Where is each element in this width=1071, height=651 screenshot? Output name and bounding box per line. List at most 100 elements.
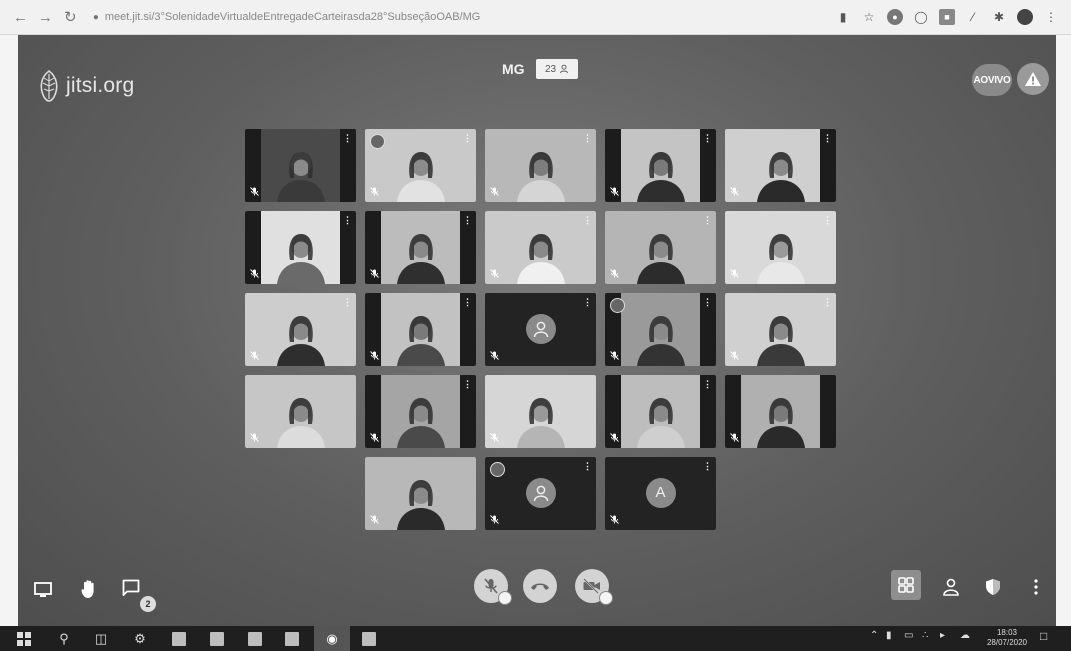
user-avatar-icon	[533, 485, 548, 501]
participant-tile[interactable]: ⋮	[245, 129, 356, 202]
mic-options-icon[interactable]	[498, 591, 512, 605]
back-arrow-icon[interactable]: ←	[10, 6, 31, 28]
participant-tile[interactable]: ⋮	[485, 129, 596, 202]
participant-tile[interactable]: ⋮	[245, 211, 356, 284]
tile-view-button[interactable]	[891, 570, 921, 600]
browser-menu-icon[interactable]: ⋮	[1043, 9, 1059, 25]
tile-menu-icon[interactable]: ⋮	[823, 298, 832, 307]
app-icon-1[interactable]	[172, 632, 186, 646]
windows-start-icon[interactable]	[16, 631, 32, 647]
tile-menu-icon[interactable]: ⋮	[463, 298, 472, 307]
participant-tile[interactable]: ⋮	[605, 375, 716, 448]
participant-tile[interactable]	[365, 457, 476, 530]
participant-tile[interactable]: ⋮	[365, 293, 476, 366]
participant-tile[interactable]: ⋮	[365, 211, 476, 284]
muted-mic-icon	[250, 433, 259, 444]
default-avatar	[525, 477, 556, 508]
notifications-icon[interactable]: □	[1040, 629, 1047, 643]
tile-menu-icon[interactable]: ⋮	[463, 380, 472, 389]
participant-tile[interactable]	[245, 375, 356, 448]
extension-round-icon[interactable]: ●	[887, 9, 904, 25]
tile-menu-icon[interactable]: ⋮	[703, 298, 712, 307]
participant-tile[interactable]: ⋮	[365, 129, 476, 202]
tile-menu-icon[interactable]: ⋮	[583, 298, 592, 307]
mute-mic-button[interactable]	[474, 569, 512, 605]
bookmark-star-icon[interactable]: ☆	[861, 9, 877, 25]
muted-mic-icon	[490, 433, 499, 444]
tile-menu-icon[interactable]: ⋮	[343, 134, 352, 143]
tile-menu-icon[interactable]: ⋮	[823, 134, 832, 143]
camera-options-icon[interactable]	[599, 591, 613, 605]
extensions-puzzle-icon[interactable]: ✱	[991, 9, 1007, 25]
taskbar-clock[interactable]: 18:03 28/07/2020	[985, 628, 1029, 648]
security-button[interactable]	[981, 575, 1005, 599]
extension-outline-icon[interactable]: ◯	[913, 9, 929, 25]
app-icon-2[interactable]	[210, 632, 224, 646]
participant-video	[276, 398, 325, 448]
participant-count-badge[interactable]: 23	[536, 59, 578, 79]
address-bar[interactable]: ● meet.jit.si/3°SolenidadeVirtualdeEntre…	[93, 5, 835, 29]
excel-icon[interactable]	[285, 632, 299, 646]
reload-icon[interactable]: ↻	[60, 6, 81, 28]
search-icon[interactable]: ⚲	[56, 631, 72, 647]
profile-avatar-icon[interactable]	[1017, 9, 1034, 25]
participant-tile[interactable]: ⋮	[365, 375, 476, 448]
participant-tile[interactable]	[485, 375, 596, 448]
tile-menu-icon[interactable]: ⋮	[703, 216, 712, 225]
participant-video	[396, 152, 445, 202]
settings-gear-icon[interactable]: ⚙	[132, 631, 148, 647]
app-icon-3[interactable]	[248, 632, 262, 646]
extension-square-icon[interactable]: ■	[939, 9, 956, 25]
tile-menu-icon[interactable]: ⋮	[583, 216, 592, 225]
muted-mic-icon	[370, 433, 379, 444]
connection-status-icon[interactable]	[610, 298, 625, 313]
chat-icon	[122, 579, 140, 596]
warning-button[interactable]	[1017, 63, 1049, 95]
connection-status-icon[interactable]	[490, 462, 505, 477]
participant-tile[interactable]: ⋮	[725, 293, 836, 366]
tile-menu-icon[interactable]: ⋮	[823, 216, 832, 225]
participant-tile[interactable]: ⋮	[725, 211, 836, 284]
tile-menu-icon[interactable]: ⋮	[703, 462, 712, 471]
camera-indicator-icon[interactable]: ▮	[835, 9, 851, 25]
tray-chevron-icon[interactable]: ⌃	[870, 630, 878, 641]
raise-hand-button[interactable]	[78, 577, 100, 601]
tile-menu-icon[interactable]: ⋮	[343, 216, 352, 225]
screen-share-icon	[34, 582, 52, 597]
connection-status-icon[interactable]	[370, 134, 385, 149]
tile-menu-icon[interactable]: ⋮	[583, 134, 592, 143]
camera-off-button[interactable]	[575, 569, 613, 605]
muted-mic-icon	[250, 269, 259, 280]
jitsi-logo[interactable]: jitsi.org	[36, 69, 134, 103]
participant-tile[interactable]: ⋮	[485, 293, 596, 366]
chrome-icon[interactable]: ◉	[324, 631, 340, 647]
screen-share-button[interactable]	[32, 579, 54, 601]
tile-menu-icon[interactable]: ⋮	[343, 298, 352, 307]
task-view-icon[interactable]: ◫	[93, 631, 109, 647]
tile-menu-icon[interactable]: ⋮	[703, 134, 712, 143]
participant-tile[interactable]: A ⋮	[605, 457, 716, 530]
tile-menu-icon[interactable]: ⋮	[583, 462, 592, 471]
participant-tile[interactable]: ⋮	[605, 211, 716, 284]
chat-button[interactable]	[120, 577, 142, 599]
clock-time: 18:03	[996, 628, 1018, 637]
invite-button[interactable]	[940, 575, 964, 599]
word-icon[interactable]	[362, 632, 376, 646]
tile-menu-icon[interactable]: ⋮	[463, 216, 472, 225]
participant-tile[interactable]: ⋮	[725, 129, 836, 202]
participant-tile[interactable]: ⋮	[245, 293, 356, 366]
forward-arrow-icon[interactable]: →	[35, 6, 56, 28]
participant-tile[interactable]	[725, 375, 836, 448]
tile-menu-icon[interactable]: ⋮	[703, 380, 712, 389]
participant-tile[interactable]: ⋮	[605, 129, 716, 202]
tile-menu-icon[interactable]: ⋮	[463, 134, 472, 143]
participant-tile[interactable]: ⋮	[605, 293, 716, 366]
chat-unread-badge: 2	[140, 596, 156, 612]
warning-triangle-icon	[1025, 72, 1041, 86]
extension-pen-icon[interactable]: ⁄	[965, 9, 981, 25]
camera-off-icon	[583, 578, 600, 594]
participant-tile[interactable]: ⋮	[485, 211, 596, 284]
hangup-button[interactable]	[523, 569, 557, 603]
more-actions-button[interactable]	[1028, 575, 1044, 599]
participant-tile[interactable]: ⋮	[485, 457, 596, 530]
